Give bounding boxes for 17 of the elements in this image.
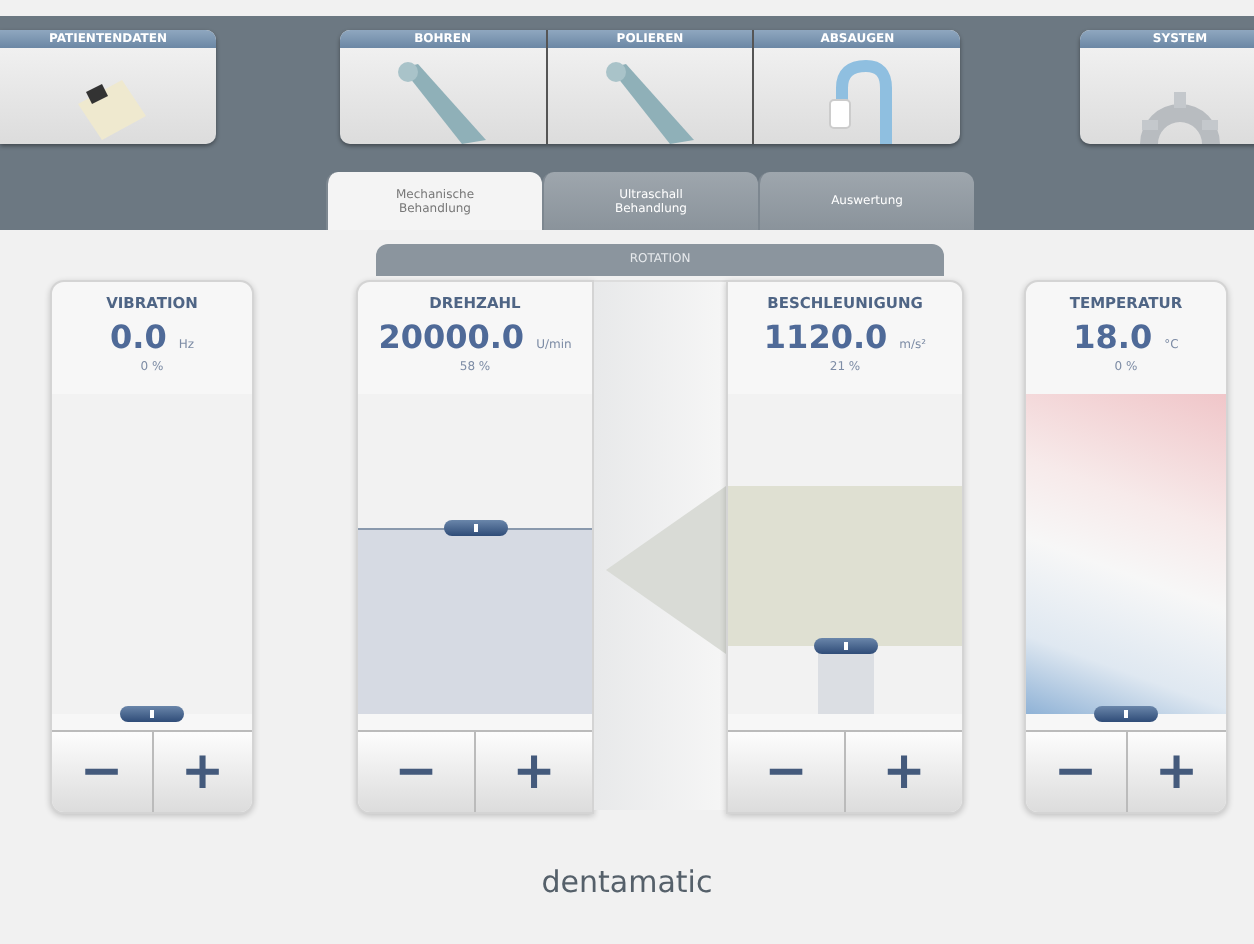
- meter-value: 20000.0: [378, 318, 525, 356]
- increase-button[interactable]: +: [1127, 732, 1226, 812]
- meter-value: 18.0: [1073, 318, 1153, 356]
- decrease-button[interactable]: −: [52, 732, 153, 812]
- decrease-button[interactable]: −: [728, 732, 846, 812]
- slider-handle[interactable]: [1094, 706, 1158, 722]
- increase-button[interactable]: +: [846, 732, 962, 812]
- increase-button[interactable]: +: [476, 732, 592, 812]
- slider-handle[interactable]: [443, 520, 507, 537]
- slider-handle[interactable]: [120, 706, 184, 722]
- decrease-button[interactable]: −: [1026, 732, 1127, 812]
- meter-value: 1120.0: [763, 318, 888, 356]
- slider-handle[interactable]: [813, 638, 877, 655]
- logo-text: dentamatic: [539, 864, 715, 900]
- meter-value: 0.0: [109, 318, 167, 356]
- decrease-button[interactable]: −: [358, 732, 476, 812]
- increase-button[interactable]: +: [153, 732, 252, 812]
